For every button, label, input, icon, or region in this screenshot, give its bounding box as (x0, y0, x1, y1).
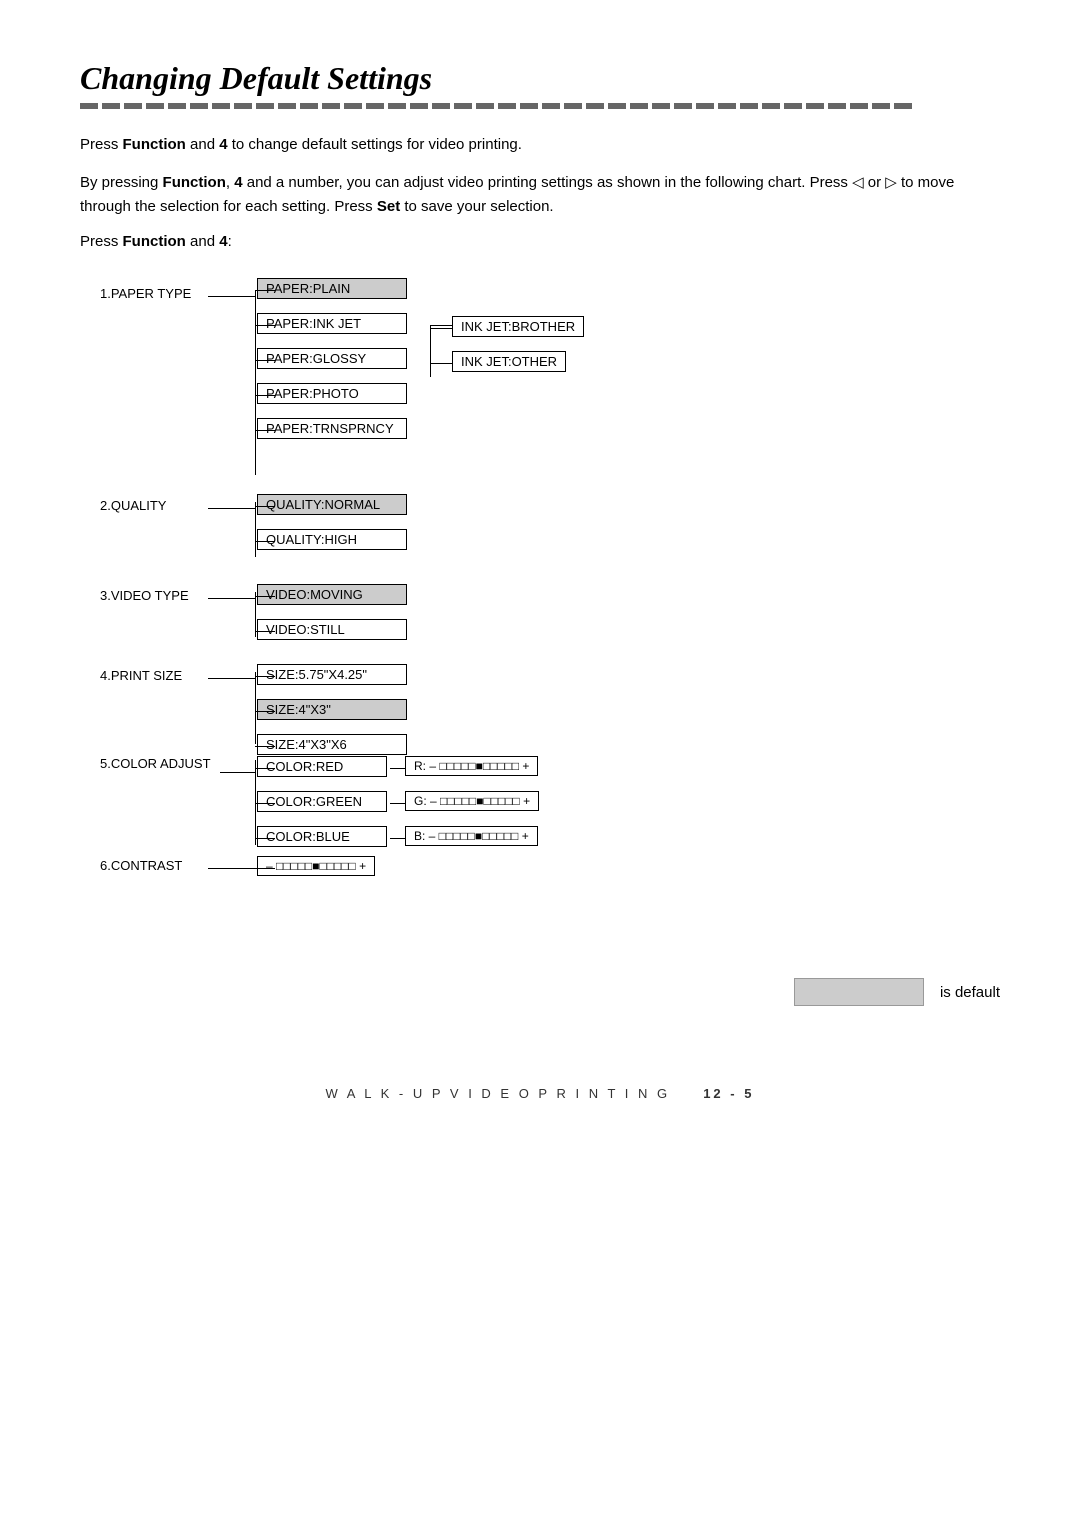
hline-to-vinkjet (430, 325, 452, 326)
hline-size-575 (255, 676, 275, 677)
hline-paper-glossy (255, 360, 275, 361)
page-title: Changing Default Settings (80, 60, 1000, 97)
hline-color-green (255, 803, 275, 804)
mid-video-still: VIDEO:STILL (257, 619, 407, 640)
left-color-adjust: 5.COLOR ADJUST (100, 756, 211, 771)
left-paper-type: 1.PAPER TYPE (100, 286, 191, 301)
mid-quality-high: QUALITY:HIGH (257, 529, 407, 550)
intro-paragraph-1: Press Function and 4 to change default s… (80, 133, 1000, 157)
left-print-size: 4.PRINT SIZE (100, 668, 182, 683)
mid-size-4x3: SIZE:4"X3" (257, 699, 407, 720)
mid-paper-plain: PAPER:PLAIN (257, 278, 407, 299)
hline-slider-red (390, 768, 405, 769)
hline-size-4x3 (255, 711, 275, 712)
hline-size (208, 678, 255, 679)
title-underline (80, 103, 1000, 109)
right-inkjet-other: INK JET:OTHER (452, 351, 566, 372)
vline-quality (255, 502, 256, 557)
default-color-box (794, 978, 924, 1006)
left-contrast: 6.CONTRAST (100, 858, 182, 873)
left-video-type: 3.VIDEO TYPE (100, 588, 189, 603)
mid-size-575: SIZE:5.75"X4.25" (257, 664, 407, 685)
press-function-label: Press Function and 4: (80, 233, 1000, 250)
mid-color-green: COLOR:GREEN (257, 791, 387, 812)
intro-paragraph-2: By pressing Function, 4 and a number, yo… (80, 171, 1000, 219)
vline-size (255, 672, 256, 744)
page-number: 12 - 5 (703, 1086, 754, 1101)
hline-paper-plain (255, 290, 275, 291)
hline-inkjet-other (430, 363, 452, 364)
mid-color-red: COLOR:RED (257, 756, 387, 777)
hline-quality-normal (255, 506, 275, 507)
hline-size-4x3x6 (255, 746, 275, 747)
hline-paper-inkjet (255, 325, 275, 326)
settings-chart: 1.PAPER TYPE 2.QUALITY 3.VIDEO TYPE 4.PR… (100, 268, 920, 948)
mid-paper-trnsprncy: PAPER:TRNSPRNCY (257, 418, 407, 439)
mid-video-moving: VIDEO:MOVING (257, 584, 407, 605)
mid-contrast: – □□□□□■□□□□□ + (257, 856, 375, 876)
hline-inkjet-brother (430, 328, 452, 329)
footer-text: W A L K - U P V I D E O P R I N T I N G (326, 1086, 671, 1101)
hline-color (220, 772, 255, 773)
hline-slider-green (390, 803, 405, 804)
right-inkjet-brother: INK JET:BROTHER (452, 316, 584, 337)
slider-red: R: – □□□□□■□□□□□ + (405, 756, 538, 776)
page-footer: W A L K - U P V I D E O P R I N T I N G … (80, 1086, 1000, 1101)
slider-blue: B: – □□□□□■□□□□□ + (405, 826, 538, 846)
hline-color-red (255, 768, 275, 769)
hline-contrast (208, 868, 255, 869)
hline-video-moving (255, 596, 275, 597)
mid-quality-normal: QUALITY:NORMAL (257, 494, 407, 515)
hline-slider-blue (390, 838, 405, 839)
mid-paper-glossy: PAPER:GLOSSY (257, 348, 407, 369)
mid-size-4x3x6: SIZE:4"X3"X6 (257, 734, 407, 755)
left-quality: 2.QUALITY (100, 498, 166, 513)
hline-paper-photo (255, 395, 275, 396)
hline-paper-trnsprncy (255, 430, 275, 431)
hline-contrast-mid (255, 868, 275, 869)
hline-quality-high (255, 541, 275, 542)
default-label: is default (940, 984, 1000, 1001)
hline-paper-type (208, 296, 255, 297)
hline-video (208, 598, 255, 599)
vline-paper (255, 290, 256, 475)
slider-green: G: – □□□□□■□□□□□ + (405, 791, 539, 811)
hline-color-blue (255, 838, 275, 839)
vline-inkjet (430, 325, 431, 377)
mid-color-blue: COLOR:BLUE (257, 826, 387, 847)
hline-quality (208, 508, 255, 509)
hline-video-still (255, 631, 275, 632)
mid-paper-inkjet: PAPER:INK JET (257, 313, 407, 334)
mid-paper-photo: PAPER:PHOTO (257, 383, 407, 404)
legend-area: is default (80, 978, 1000, 1006)
